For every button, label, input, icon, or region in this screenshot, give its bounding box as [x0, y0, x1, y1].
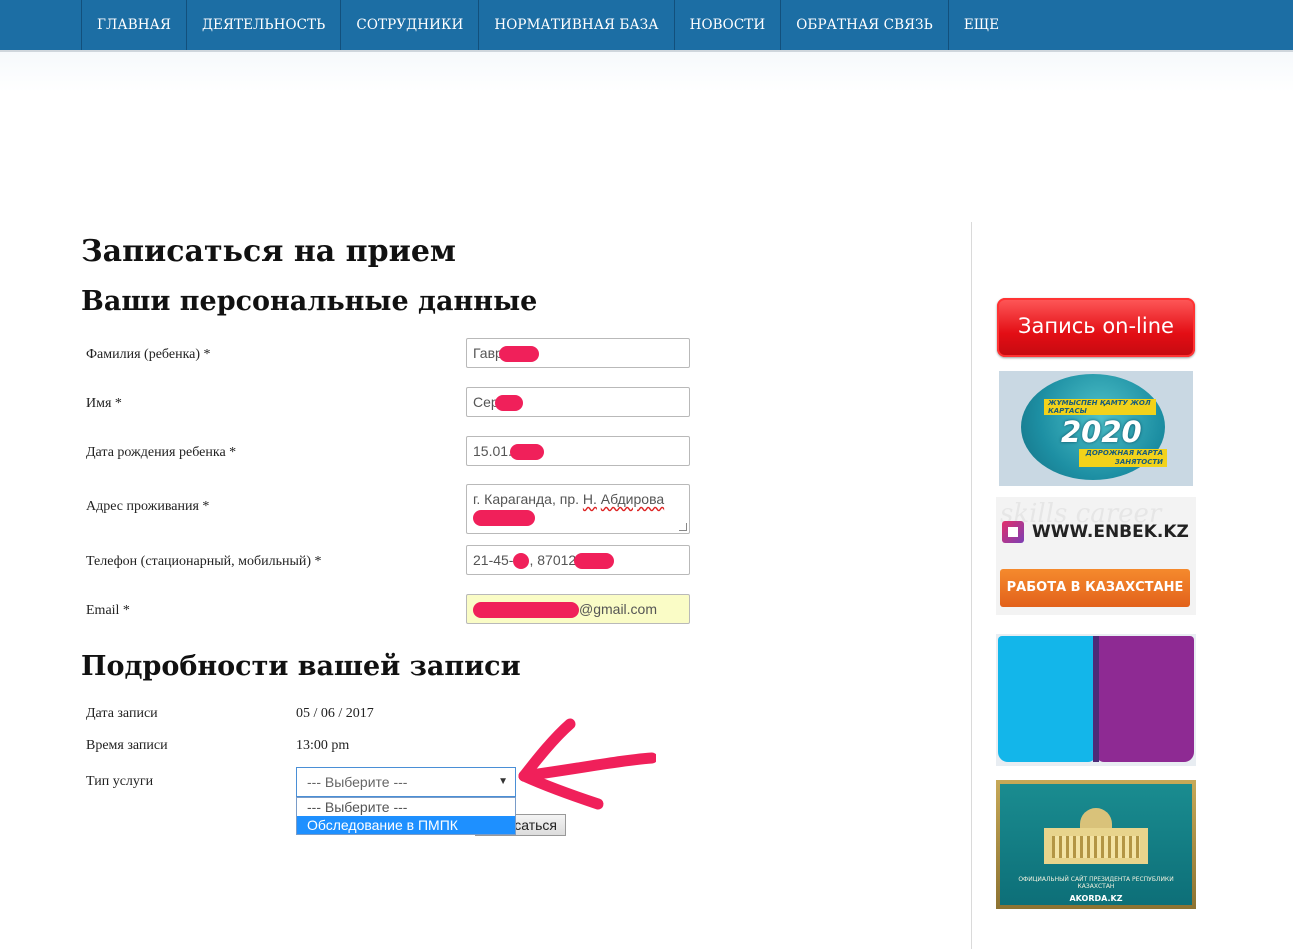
header-fade	[0, 52, 1293, 92]
enbek-url: WWW.ENBEK.KZ	[1032, 522, 1189, 542]
nav-item-regulations[interactable]: НОРМАТИВНАЯ БАЗА	[478, 0, 673, 50]
nav-item-home[interactable]: ГЛАВНАЯ	[81, 0, 186, 50]
nav-item-staff[interactable]: СОТРУДНИКИ	[340, 0, 478, 50]
birthdate-label: Дата рождения ребенка *	[86, 445, 237, 460]
book-left-page-icon	[998, 636, 1096, 762]
birthdate-value: 15.01.	[473, 443, 512, 459]
appointment-time-value: 13:00 pm	[296, 738, 350, 753]
email-label: Email *	[86, 603, 130, 618]
akorda-site: AKORDA.KZ	[1069, 894, 1123, 903]
appointment-time-label: Время записи	[86, 738, 168, 753]
online-appointment-button[interactable]: Запись on-line	[997, 298, 1195, 357]
redaction-mark	[494, 395, 523, 412]
book-banner[interactable]	[996, 634, 1196, 766]
address-value-initial: Н.	[582, 491, 597, 507]
address-label: Адрес проживания *	[86, 499, 210, 514]
enbek-work-button[interactable]: РАБОТА В КАЗАХСТАНЕ	[1000, 569, 1190, 607]
phone-label: Телефон (стационарный, мобильный) *	[86, 554, 322, 569]
sidebar-divider	[971, 222, 972, 949]
dropdown-option-placeholder[interactable]: --- Выберите ---	[297, 798, 515, 816]
top-navbar: ГЛАВНАЯ ДЕЯТЕЛЬНОСТЬ СОТРУДНИКИ НОРМАТИВ…	[0, 0, 1293, 52]
roadmap-ru-caption: ДОРОЖНАЯ КАРТА ЗАНЯТОСТИ	[1079, 449, 1167, 467]
service-type-dropdown: --- Выберите --- Обследование в ПМПК	[296, 797, 516, 835]
birthdate-field[interactable]: 15.01.	[466, 436, 690, 466]
name-field[interactable]: Сер	[466, 387, 690, 417]
page-title: Записаться на прием	[81, 234, 456, 269]
service-type-selected: --- Выберите ---	[307, 774, 408, 790]
akorda-panel: ОФИЦИАЛЬНЫЙ САЙТ ПРЕЗИДЕНТА РЕСПУБЛИКИ К…	[1000, 784, 1192, 905]
phone-field[interactable]: 21-45- , 87012	[466, 545, 690, 575]
redaction-mark	[574, 553, 615, 570]
akorda-caption: ОФИЦИАЛЬНЫЙ САЙТ ПРЕЗИДЕНТА РЕСПУБЛИКИ К…	[1018, 876, 1174, 890]
enbek-logo-icon	[1002, 521, 1024, 543]
address-field[interactable]: г. Караганда, пр. Н. Абдирова	[466, 484, 690, 534]
book-spine-icon	[1093, 636, 1099, 762]
chevron-down-icon[interactable]: ▼	[498, 776, 508, 787]
redaction-mark	[498, 346, 539, 363]
roadmap-kz-caption: ЖҰМЫСПЕН ҚАМТУ ЖОЛ КАРТАСЫ	[1044, 399, 1156, 415]
email-value: @gmail.com	[579, 601, 658, 617]
phone-value-part1: 21-45-	[473, 552, 514, 568]
redaction-mark	[513, 553, 530, 570]
details-heading: Подробности вашей записи	[81, 651, 521, 682]
palace-columns-icon	[1052, 836, 1140, 858]
enbek-banner[interactable]: skills career WWW.ENBEK.KZ РАБОТА В КАЗА…	[996, 497, 1196, 615]
redaction-mark	[473, 510, 535, 527]
nav-item-activity[interactable]: ДЕЯТЕЛЬНОСТЬ	[185, 0, 340, 50]
phone-value-part2: , 87012	[529, 552, 577, 568]
name-label: Имя *	[86, 396, 122, 411]
nav-item-more[interactable]: ЕЩЕ	[947, 0, 1014, 50]
roadmap-year: 2020	[1061, 415, 1142, 449]
surname-field[interactable]: Гавр	[466, 338, 690, 368]
dropdown-option-pmpk[interactable]: Обследование в ПМПК	[297, 816, 515, 834]
book-right-page-icon	[1096, 636, 1194, 762]
nav-menu: ГЛАВНАЯ ДЕЯТЕЛЬНОСТЬ СОТРУДНИКИ НОРМАТИВ…	[81, 0, 1014, 50]
roadmap-2020-banner[interactable]: ЖҰМЫСПЕН ҚАМТУ ЖОЛ КАРТАСЫ 2020 ДОРОЖНАЯ…	[999, 371, 1193, 486]
appointment-date-value: 05 / 06 / 2017	[296, 706, 374, 721]
redaction-mark	[473, 602, 579, 619]
redaction-mark	[509, 444, 544, 461]
appointment-date-label: Дата записи	[86, 706, 158, 721]
address-value-prefix: г. Караганда, пр.	[473, 491, 583, 507]
personal-data-heading: Ваши персональные данные	[81, 286, 538, 317]
address-value-street: Абдирова	[600, 491, 665, 507]
annotation-arrow-icon	[518, 718, 656, 810]
surname-label: Фамилия (ребенка) *	[86, 347, 211, 362]
resize-handle[interactable]	[679, 523, 687, 531]
akorda-banner[interactable]: ОФИЦИАЛЬНЫЙ САЙТ ПРЕЗИДЕНТА РЕСПУБЛИКИ К…	[996, 780, 1196, 909]
email-field[interactable]: @gmail.com	[466, 594, 690, 624]
service-type-label: Тип услуги	[86, 774, 154, 789]
enbek-url-row: WWW.ENBEK.KZ	[1002, 521, 1189, 543]
service-type-select[interactable]: --- Выберите --- ▼	[296, 767, 516, 797]
nav-item-feedback[interactable]: ОБРАТНАЯ СВЯЗЬ	[780, 0, 948, 50]
nav-item-news[interactable]: НОВОСТИ	[673, 0, 781, 50]
